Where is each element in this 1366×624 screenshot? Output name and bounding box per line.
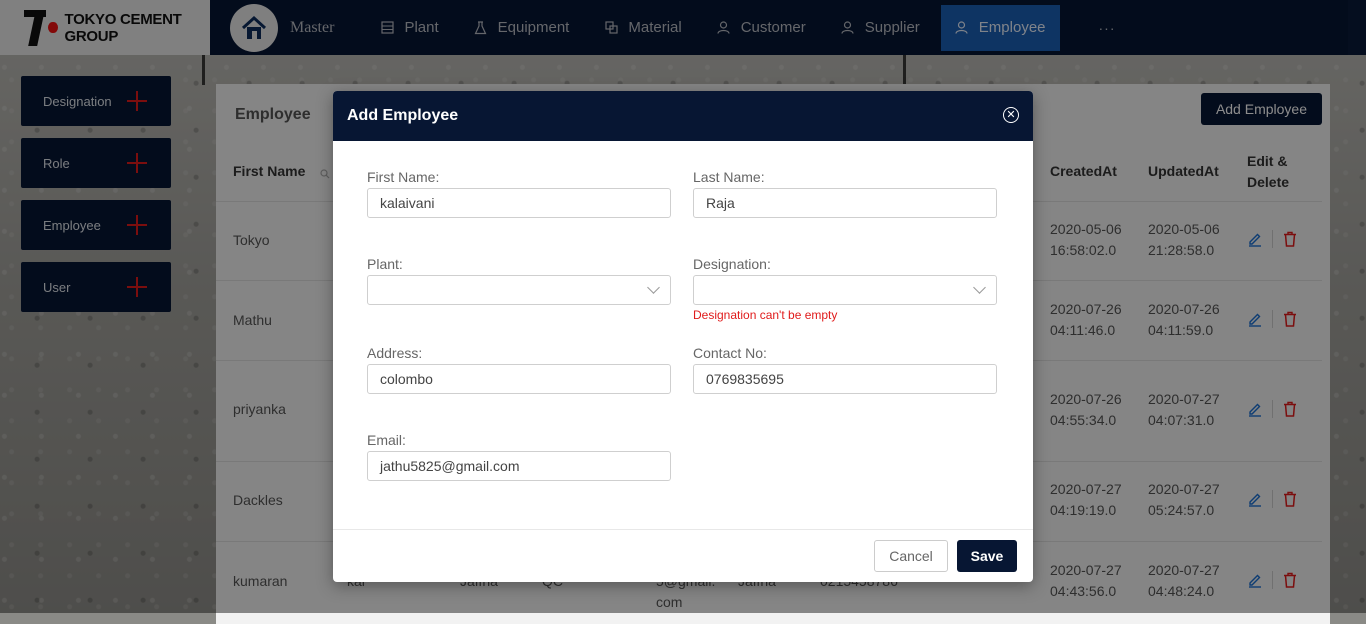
cancel-button[interactable]: Cancel	[874, 540, 948, 572]
email-field[interactable]: jathu5825@gmail.com	[367, 451, 671, 481]
contact-no-label: Contact No:	[693, 345, 767, 361]
address-label: Address:	[367, 345, 423, 361]
contact-no-field[interactable]: 0769835695	[693, 364, 997, 394]
modal-footer-divider	[333, 529, 1033, 530]
chevron-down-icon	[647, 281, 660, 294]
first-name-label: First Name:	[367, 169, 440, 185]
plant-label: Plant:	[367, 256, 403, 272]
address-field[interactable]: colombo	[367, 364, 671, 394]
add-employee-modal: Add Employee ✕ First Name: kalaivani Las…	[333, 91, 1033, 582]
first-name-field[interactable]: kalaivani	[367, 188, 671, 218]
email-label: Email:	[367, 432, 406, 448]
close-icon[interactable]: ✕	[1003, 107, 1019, 123]
designation-error: Designation can't be empty	[693, 308, 838, 322]
modal-header: Add Employee ✕	[333, 91, 1033, 141]
last-name-field[interactable]: Raja	[693, 188, 997, 218]
designation-select[interactable]	[693, 275, 997, 305]
designation-label: Designation:	[693, 256, 771, 272]
plant-select[interactable]	[367, 275, 671, 305]
modal-title: Add Employee	[347, 107, 459, 124]
chevron-down-icon	[973, 281, 986, 294]
last-name-label: Last Name:	[693, 169, 765, 185]
save-button[interactable]: Save	[957, 540, 1017, 572]
